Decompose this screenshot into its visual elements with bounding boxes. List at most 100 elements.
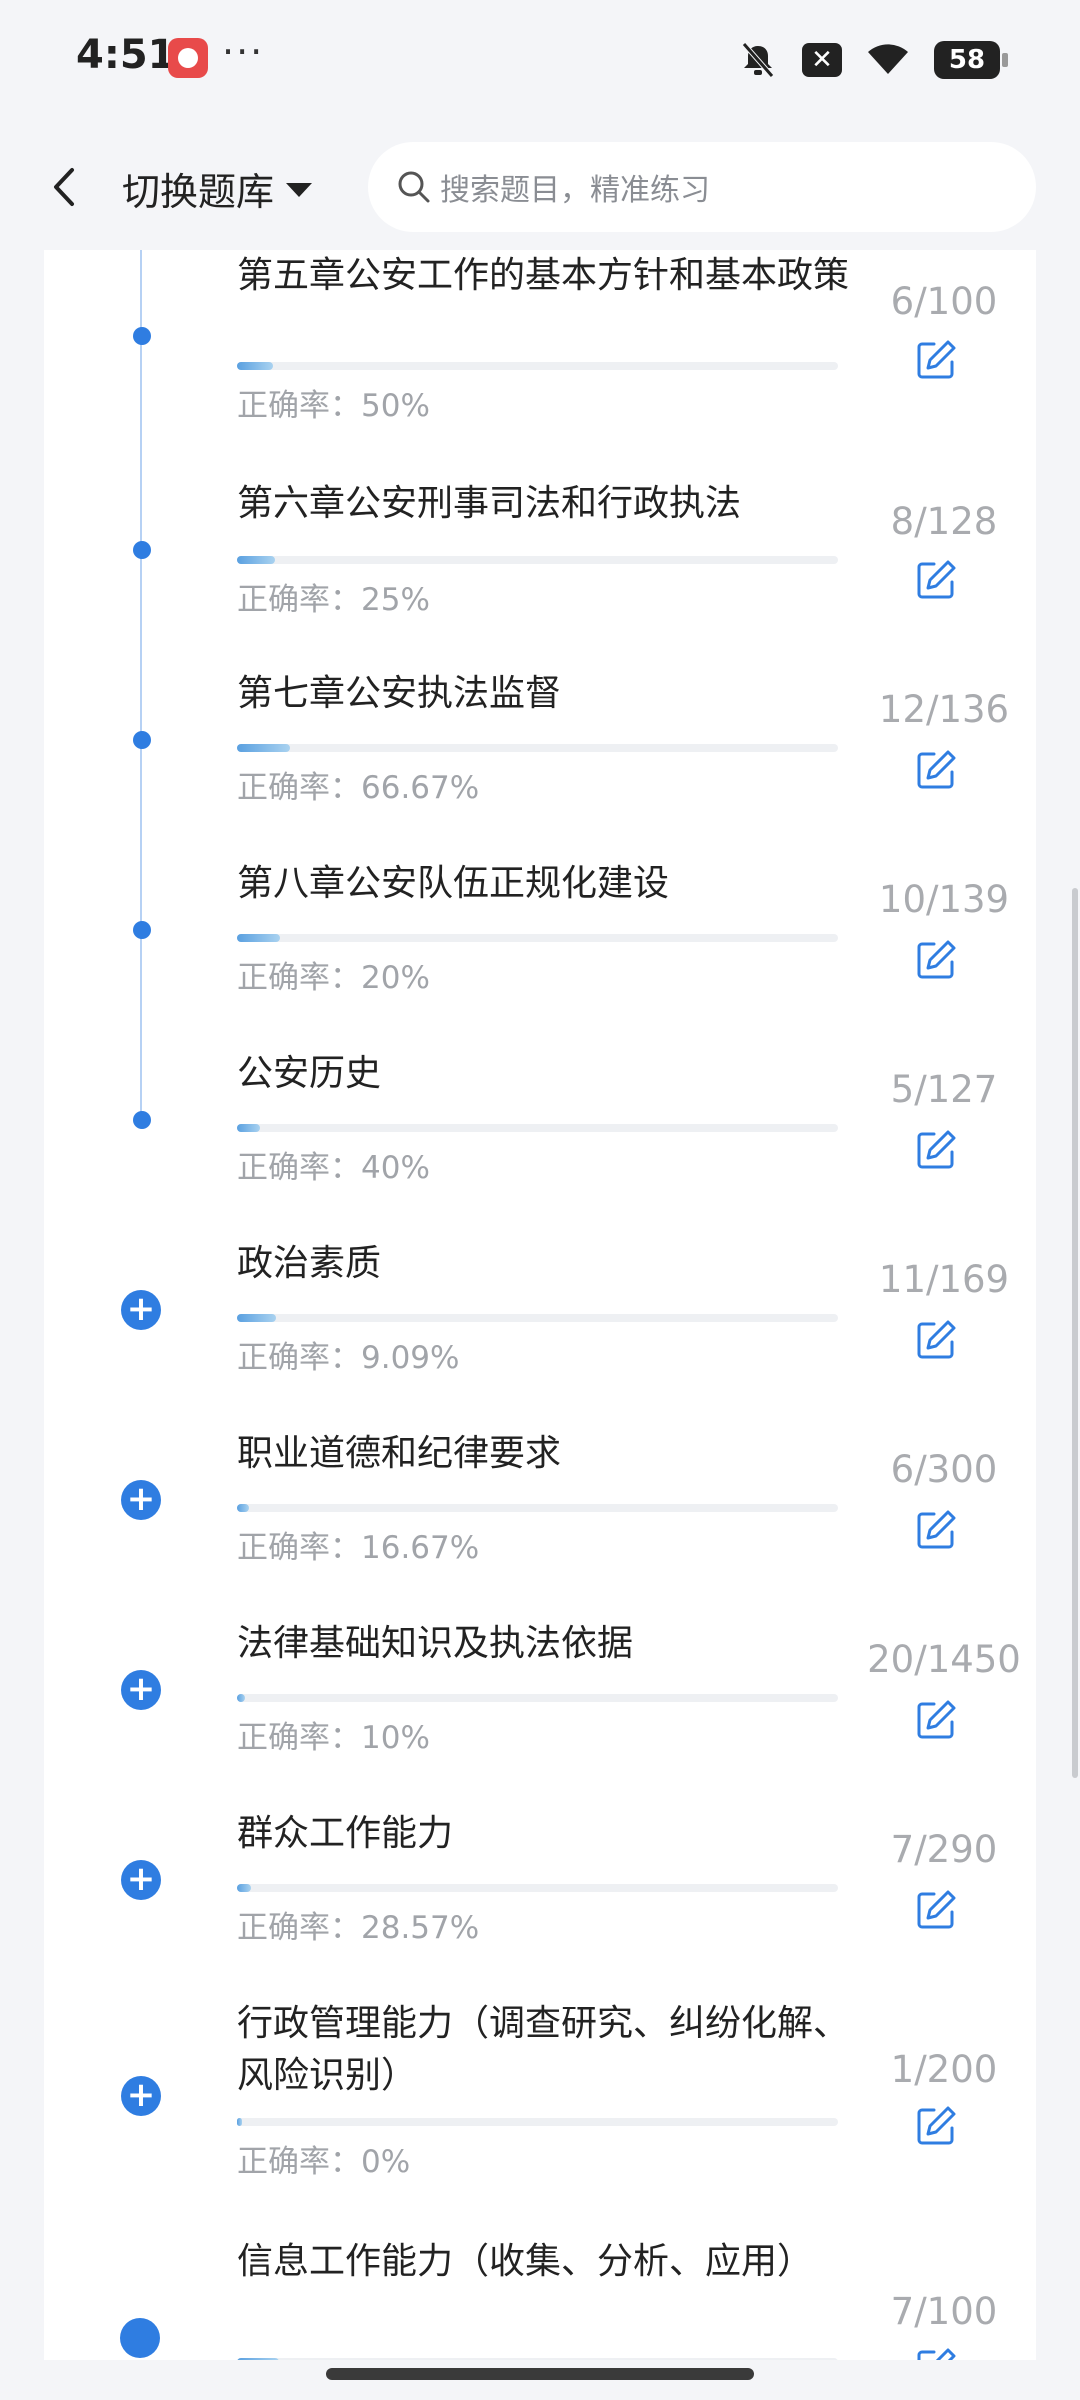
progress-count: 1/200 (890, 2048, 998, 2091)
accuracy-label: 正确率： (237, 1150, 361, 1186)
edit-practice-icon[interactable] (914, 1318, 958, 1362)
progress-bar-fill (237, 1124, 261, 1132)
expand-plus-icon[interactable]: + (121, 1290, 161, 1330)
status-icons: ✕ 58 (738, 36, 1008, 84)
notification-app-icon (168, 38, 208, 78)
accuracy-value: 50% (361, 388, 430, 424)
accuracy-label: 正确率： (237, 2144, 361, 2180)
edit-practice-icon[interactable] (914, 1128, 958, 1172)
accuracy-text: 正确率：9.09% (237, 1332, 459, 1377)
chapter-title: 第八章公安队伍正规化建设 (237, 863, 670, 904)
more-notifications-icon: ··· (222, 30, 265, 74)
progress-bar-fill (237, 2358, 280, 2360)
progress-count: 7/290 (890, 1828, 998, 1871)
home-indicator[interactable] (326, 2368, 754, 2380)
progress-bar-fill (237, 744, 290, 752)
accuracy-text: 正确率：0% (237, 2136, 410, 2181)
scrollbar[interactable] (1072, 888, 1078, 1778)
edit-practice-icon[interactable] (914, 2346, 958, 2360)
expand-plus-icon[interactable]: + (121, 1670, 161, 1710)
chapter-title: 行政管理能力（调查研究、纠纷化解、风险识别） (237, 2003, 850, 2096)
accuracy-value: 9.09% (361, 1340, 460, 1376)
accuracy-text: 正确率：40% (237, 1142, 430, 1187)
search-placeholder: 搜索题目，精准练习 (440, 173, 710, 208)
accuracy-value: 28.57% (361, 1910, 480, 1946)
chevron-left-icon (54, 168, 74, 206)
accuracy-label: 正确率： (237, 388, 361, 424)
switch-bank-label: 切换题库 (122, 169, 275, 214)
expand-plus-icon[interactable]: + (121, 1480, 161, 1520)
wifi-icon (866, 40, 910, 80)
back-button[interactable] (44, 162, 84, 212)
progress-count: 12/136 (878, 688, 1010, 731)
progress-count: 7/100 (890, 2290, 998, 2333)
progress-bar (237, 362, 838, 370)
progress-bar (237, 934, 838, 942)
edit-practice-icon[interactable] (914, 1698, 958, 1742)
chapter-title: 第七章公安执法监督 (237, 673, 562, 714)
accuracy-text: 正确率：28.57% (237, 1902, 479, 1947)
edit-practice-icon[interactable] (914, 558, 958, 602)
progress-bar-fill (237, 2118, 242, 2126)
accuracy-value: 25% (361, 582, 430, 618)
accuracy-text: 正确率：16.67% (237, 1522, 479, 1567)
timeline-dot-icon (133, 1111, 151, 1129)
search-icon (398, 171, 430, 203)
timeline-dot-icon (133, 541, 151, 559)
accuracy-text: 正确率：20% (237, 952, 430, 997)
timeline-dot-icon (133, 731, 151, 749)
expand-plus-icon[interactable]: + (121, 1860, 161, 1900)
progress-bar-fill (237, 362, 274, 370)
close-box-icon: ✕ (802, 43, 842, 77)
accuracy-label: 正确率： (237, 960, 361, 996)
progress-bar (237, 2358, 838, 2360)
chapter-title: 第五章公安工作的基本方针和基本政策 (237, 255, 850, 296)
chapter-title: 公安历史 (237, 1053, 382, 1094)
accuracy-text: 正确率：66.67% (237, 762, 479, 807)
progress-bar (237, 556, 838, 564)
edit-practice-icon[interactable] (914, 748, 958, 792)
accuracy-label: 正确率： (237, 1340, 361, 1376)
timeline-node-icon (120, 2318, 160, 2358)
accuracy-text: 正确率：50% (237, 380, 430, 425)
progress-count: 10/139 (878, 878, 1010, 921)
progress-bar (237, 1884, 838, 1892)
edit-practice-icon[interactable] (914, 1508, 958, 1552)
timeline-line (140, 250, 142, 1120)
bell-muted-icon (738, 40, 778, 80)
edit-practice-icon[interactable] (914, 1888, 958, 1932)
expand-plus-icon[interactable]: + (121, 2076, 161, 2116)
chapter-title: 职业道德和纪律要求 (237, 1433, 562, 1474)
chapter-title: 群众工作能力 (237, 1813, 454, 1854)
accuracy-value: 66.67% (361, 770, 480, 806)
battery-icon: 58 (934, 41, 1008, 79)
progress-count: 8/128 (890, 500, 998, 543)
accuracy-value: 0% (361, 2144, 411, 2180)
progress-count: 20/1450 (867, 1638, 1021, 1681)
switch-bank-dropdown[interactable]: 切换题库 (122, 160, 313, 216)
progress-bar-fill (237, 1504, 250, 1512)
status-time: 4:51 (76, 32, 176, 78)
search-input[interactable]: 搜索题目，精准练习 (368, 142, 1036, 232)
accuracy-label: 正确率： (237, 1530, 361, 1566)
progress-bar-fill (237, 1884, 252, 1892)
accuracy-value: 20% (361, 960, 430, 996)
edit-practice-icon[interactable] (914, 938, 958, 982)
progress-bar (237, 1504, 838, 1512)
timeline-dot-icon (133, 327, 151, 345)
edit-practice-icon[interactable] (914, 338, 958, 382)
chapter-title: 信息工作能力（收集、分析、应用） (237, 2241, 814, 2282)
progress-bar (237, 1314, 838, 1322)
timeline-dot-icon (133, 921, 151, 939)
progress-bar (237, 1124, 838, 1132)
progress-bar-fill (237, 556, 275, 564)
chapter-title: 第六章公安刑事司法和行政执法 (237, 483, 742, 524)
accuracy-label: 正确率： (237, 1720, 361, 1756)
accuracy-text: 正确率：25% (237, 574, 430, 619)
edit-practice-icon[interactable] (914, 2104, 958, 2148)
progress-count: 6/300 (890, 1448, 998, 1491)
status-bar: 4:51 ··· ✕ 58 (0, 0, 1080, 120)
progress-bar-fill (237, 1694, 246, 1702)
chapter-title: 政治素质 (237, 1243, 382, 1284)
accuracy-value: 10% (361, 1720, 430, 1756)
